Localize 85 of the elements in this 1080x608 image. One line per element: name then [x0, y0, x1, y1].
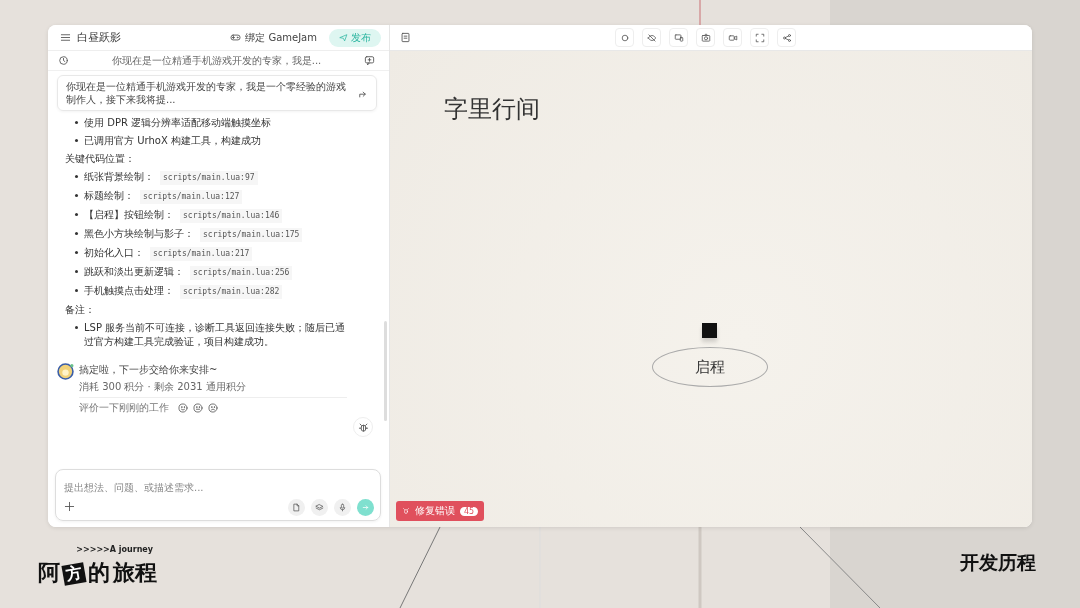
eye-off-icon: [646, 32, 657, 43]
section-heading: 关键代码位置：: [64, 152, 136, 166]
toolbar-button[interactable]: [777, 28, 796, 47]
scrollbar[interactable]: [384, 321, 387, 421]
fullscreen-icon: [754, 32, 765, 43]
rating-button[interactable]: [208, 403, 218, 413]
list-item-text: 手机触摸点击处理：: [84, 284, 174, 298]
bullet-icon: [75, 289, 78, 292]
toolbar-button[interactable]: [723, 28, 742, 47]
error-count-badge: 45: [460, 506, 479, 516]
code-path: scripts/main.lua:175: [200, 228, 303, 242]
devices-icon: [673, 32, 684, 43]
face-icon: [208, 403, 218, 413]
bullet-icon: [75, 326, 78, 329]
code-path: scripts/main.lua:97: [160, 171, 258, 185]
bug-icon: [402, 507, 410, 515]
rating-button[interactable]: [178, 403, 188, 413]
logo-text: 旅程: [113, 562, 157, 584]
file-icon: [292, 503, 301, 512]
prompt-summary[interactable]: 你现在是一位精通手机游戏开发的专家，我是...: [75, 53, 358, 68]
bullet-icon: [75, 121, 78, 124]
bullet-icon: [75, 194, 78, 197]
message-text: 你现在是一位精通手机游戏开发的专家，我是一个零经验的游戏制作人，接下来我将提...: [66, 80, 347, 106]
bullet-icon: [75, 175, 78, 178]
list-item-text: 标题绘制：: [84, 189, 134, 203]
logo-text: 方: [61, 562, 87, 586]
bullet-icon: [75, 251, 78, 254]
section-heading: 备注：: [64, 303, 96, 317]
bullet-icon: [75, 213, 78, 216]
bullet-icon: [75, 139, 78, 142]
bullet-icon: [75, 270, 78, 273]
toolbar-button[interactable]: [615, 28, 634, 47]
code-path: scripts/main.lua:256: [190, 266, 293, 280]
menu-icon: [60, 32, 71, 43]
toolbar-button[interactable]: [696, 28, 715, 47]
code-path: scripts/main.lua:127: [140, 190, 243, 204]
face-icon: [178, 403, 188, 413]
list-item-text: 初始化入口：: [84, 246, 144, 260]
list-item-text: 纸张背景绘制：: [84, 170, 154, 184]
bind-button[interactable]: 绑定 GameJam: [224, 27, 323, 48]
layers-icon: [315, 503, 324, 512]
fix-errors-button[interactable]: 修复错误 45: [396, 501, 485, 521]
list-item-text: LSP 服务当前不可连接，诊断工具返回连接失败；随后已通过官方构建工具完成验证，项目构建成功。: [84, 321, 347, 349]
rating-button[interactable]: [193, 403, 203, 413]
send-icon: [339, 33, 348, 42]
bullet-icon: [75, 232, 78, 235]
game-title: 字里行间: [443, 94, 541, 125]
history-icon: [58, 55, 69, 66]
logo-text: 的: [88, 562, 110, 584]
rating-prompt: 评价一下刚刚的工作: [79, 401, 169, 415]
comment-icon: [364, 55, 375, 66]
bug-icon: [357, 421, 369, 433]
microphone-button[interactable]: [334, 499, 351, 516]
logo-text: 阿: [38, 562, 60, 584]
arrow-icon: [361, 503, 370, 512]
logo-tagline: >>>>>A journey: [76, 545, 153, 554]
layers-button[interactable]: [311, 499, 328, 516]
list-item-text: 使用 DPR 逻辑分辨率适配移动端触摸坐标: [84, 116, 272, 130]
text-input[interactable]: 提出想法、问题、或描述需求...: [64, 480, 374, 495]
face-icon: [193, 403, 203, 413]
list-item-text: 黑色小方块绘制与影子：: [84, 227, 194, 241]
camera-icon: [700, 32, 711, 43]
code-path: scripts/main.lua:146: [180, 209, 283, 223]
list-item-text: 跳跃和淡出更新逻辑：: [84, 265, 184, 279]
assistant-message: 搞定啦，下一步交给你来安排~: [79, 363, 219, 377]
video-icon: [727, 32, 738, 43]
code-path: scripts/main.lua:217: [150, 247, 253, 261]
toolbar-button[interactable]: [750, 28, 769, 47]
usage-text: 消耗 300 积分 · 剩余 2031 通用积分: [79, 380, 347, 398]
gamepad-icon: [230, 32, 242, 43]
avatar-icon: [57, 363, 74, 380]
caption: 开发历程: [960, 550, 1036, 575]
list-item-text: 【启程】按钮绘制：: [84, 208, 174, 222]
microphone-icon: [338, 503, 347, 512]
input-field[interactable]: 提出想法、问题、或描述需求...: [55, 469, 381, 521]
toolbar-button[interactable]: [669, 28, 688, 47]
file-button[interactable]: [288, 499, 305, 516]
code-path: scripts/main.lua:282: [180, 285, 283, 299]
square-block: [702, 323, 717, 338]
plus-icon: [64, 501, 75, 512]
share-icon: [781, 32, 792, 43]
document-icon: [400, 32, 411, 43]
toolbar-button[interactable]: [642, 28, 661, 47]
project-title: 白昼跃影: [77, 30, 121, 45]
list-item-text: 已调用官方 UrhoX 构建工具，构建成功: [84, 134, 261, 148]
